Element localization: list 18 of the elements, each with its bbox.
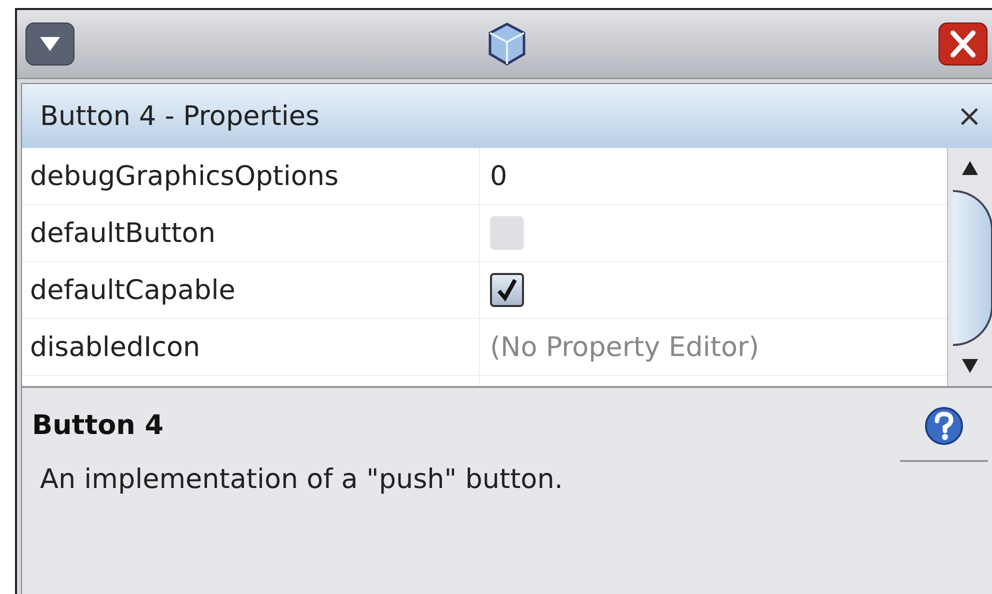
close-button[interactable]: ×	[956, 98, 982, 134]
panel-title: Button 4 - Properties	[40, 100, 320, 132]
property-name: debugGraphicsOptions	[30, 160, 339, 192]
property-name: defaultCapable	[30, 274, 236, 306]
scroll-down-button[interactable]	[961, 358, 979, 374]
description-text: An implementation of a "push" button.	[40, 464, 564, 495]
checkbox[interactable]	[490, 273, 524, 307]
close-button[interactable]	[938, 22, 988, 66]
property-name: disabledIcon	[30, 332, 200, 362]
scrollbar[interactable]	[947, 148, 992, 386]
property-placeholder[interactable]: (No Property Editor)	[490, 332, 760, 362]
cube-icon	[486, 22, 526, 66]
description-title: Button 4	[32, 410, 164, 441]
property-value[interactable]: 0	[490, 160, 508, 192]
help-icon[interactable]	[924, 406, 964, 446]
property-name: defaultButton	[30, 218, 216, 248]
scroll-up-button[interactable]	[961, 160, 979, 176]
menu-button[interactable]	[25, 22, 75, 66]
